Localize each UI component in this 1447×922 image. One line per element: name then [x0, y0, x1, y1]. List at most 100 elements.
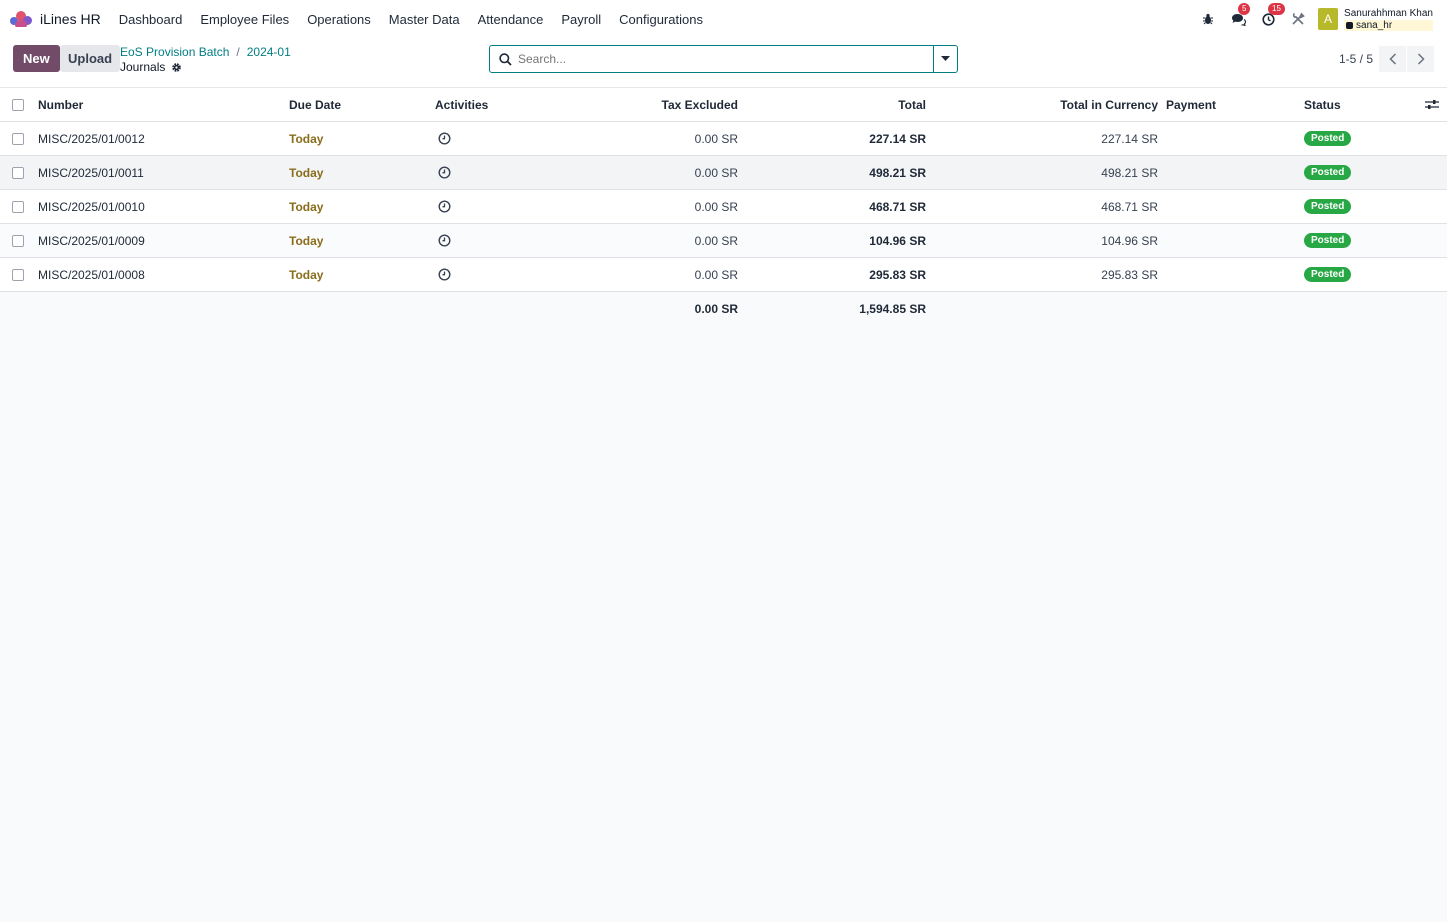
row-total-in-currency: 104.96 SR — [1101, 233, 1158, 248]
menu-employee-files[interactable]: Employee Files — [200, 12, 289, 27]
status-badge-label: Posted — [1304, 131, 1352, 146]
messages-count-badge: 5 — [1238, 3, 1251, 15]
activity-clock-icon[interactable] — [438, 190, 451, 223]
gear-icon[interactable] — [171, 62, 182, 73]
pager-next-button[interactable] — [1407, 46, 1434, 72]
chevron-right-icon — [1417, 53, 1425, 65]
row-due-date: Today — [289, 131, 324, 146]
breadcrumb-separator: / — [236, 45, 240, 59]
database-label: sana_hr — [1356, 19, 1393, 31]
column-total[interactable]: Total — [790, 88, 926, 121]
upload-button[interactable]: Upload — [60, 45, 121, 72]
status-badge: Posted — [1304, 156, 1352, 189]
pager-value[interactable]: 1-5 / 5 — [1339, 52, 1373, 66]
caret-down-icon — [941, 56, 950, 61]
app-brand[interactable]: iLines HR — [10, 11, 101, 27]
menu-configurations[interactable]: Configurations — [619, 12, 703, 27]
breadcrumb-batch-2024-01[interactable]: 2024-01 — [247, 45, 291, 59]
status-badge: Posted — [1304, 258, 1352, 291]
search-input[interactable] — [518, 52, 918, 66]
app-logo-icon — [10, 11, 33, 27]
column-status[interactable]: Status — [1304, 88, 1341, 121]
row-total: 498.21 SR — [869, 165, 926, 180]
row-total-in-currency: 227.14 SR — [1101, 131, 1158, 146]
systray: 5 15 A Sanurahhman Khan sana_hr — [1186, 0, 1433, 38]
menu-dashboard[interactable]: Dashboard — [119, 12, 183, 27]
user-menu[interactable]: Sanurahhman Khan sana_hr — [1344, 8, 1433, 31]
search-icon — [499, 52, 512, 66]
pager-previous-button[interactable] — [1379, 46, 1406, 72]
row-checkbox[interactable] — [12, 156, 24, 189]
table-row[interactable]: MISC/2025/01/0010 Today 0.00 SR 468.71 S… — [0, 190, 1447, 224]
app-name: iLines HR — [40, 11, 101, 27]
row-due-date: Today — [289, 233, 324, 248]
column-total-in-currency[interactable]: Total in Currency — [1000, 88, 1158, 121]
tools-icon[interactable] — [1290, 11, 1306, 27]
activity-clock-icon[interactable] — [438, 224, 451, 257]
table-header: Number Due Date Activities Tax Excluded … — [0, 88, 1447, 122]
activity-clock-icon[interactable] — [438, 122, 451, 155]
row-checkbox[interactable] — [12, 224, 24, 257]
select-all-checkbox[interactable] — [12, 88, 24, 121]
column-payment[interactable]: Payment — [1166, 88, 1216, 121]
row-number: MISC/2025/01/0009 — [38, 233, 145, 248]
column-due-date[interactable]: Due Date — [289, 88, 341, 121]
breadcrumb-eos-provision-batch[interactable]: EoS Provision Batch — [120, 45, 229, 59]
sliders-icon — [1425, 100, 1439, 109]
table-row[interactable]: MISC/2025/01/0008 Today 0.00 SR 295.83 S… — [0, 258, 1447, 292]
messages-icon[interactable]: 5 — [1230, 3, 1251, 27]
status-badge-label: Posted — [1304, 199, 1352, 214]
row-checkbox[interactable] — [12, 190, 24, 223]
menu-master-data[interactable]: Master Data — [389, 12, 460, 27]
row-tax-excluded: 0.00 SR — [694, 131, 738, 146]
new-button[interactable]: New — [13, 45, 60, 72]
row-tax-excluded: 0.00 SR — [694, 165, 738, 180]
row-number: MISC/2025/01/0010 — [38, 199, 145, 214]
journals-list: Number Due Date Activities Tax Excluded … — [0, 88, 1447, 326]
activities-count-badge: 15 — [1268, 3, 1285, 15]
status-badge: Posted — [1304, 224, 1352, 257]
row-total-in-currency: 295.83 SR — [1101, 267, 1158, 282]
menu-attendance[interactable]: Attendance — [478, 12, 544, 27]
row-due-date: Today — [289, 267, 324, 282]
row-checkbox[interactable] — [12, 258, 24, 291]
footer-tax-excluded-sum: 0.00 SR — [694, 302, 738, 316]
row-number: MISC/2025/01/0012 — [38, 131, 145, 146]
activity-clock-icon[interactable] — [438, 156, 451, 189]
table-row[interactable]: MISC/2025/01/0009 Today 0.00 SR 104.96 S… — [0, 224, 1447, 258]
search-options-toggle[interactable] — [933, 45, 958, 73]
row-total: 227.14 SR — [869, 131, 926, 146]
row-total: 468.71 SR — [869, 199, 926, 214]
status-badge: Posted — [1304, 122, 1352, 155]
row-total-in-currency: 498.21 SR — [1101, 165, 1158, 180]
table-row[interactable]: MISC/2025/01/0012 Today 0.00 SR 227.14 S… — [0, 122, 1447, 156]
row-tax-excluded: 0.00 SR — [694, 267, 738, 282]
control-panel: New Upload EoS Provision Batch / 2024-01… — [0, 38, 1447, 88]
menu-operations[interactable]: Operations — [307, 12, 371, 27]
page-title-text: Journals — [120, 60, 166, 74]
status-badge: Posted — [1304, 190, 1352, 223]
optional-columns-toggle[interactable] — [1425, 88, 1439, 121]
activity-clock-icon[interactable] — [438, 258, 451, 291]
page-title: Journals — [120, 60, 182, 74]
row-checkbox[interactable] — [12, 122, 24, 155]
table-row[interactable]: MISC/2025/01/0011 Today 0.00 SR 498.21 S… — [0, 156, 1447, 190]
status-badge-label: Posted — [1304, 267, 1352, 282]
search-bar — [489, 45, 934, 73]
row-number: MISC/2025/01/0008 — [38, 267, 145, 282]
database-name: sana_hr — [1344, 19, 1433, 31]
row-number: MISC/2025/01/0011 — [38, 165, 144, 180]
database-icon — [1346, 21, 1354, 29]
chevron-left-icon — [1388, 53, 1396, 65]
row-due-date: Today — [289, 165, 324, 180]
menu-payroll[interactable]: Payroll — [561, 12, 601, 27]
column-activities[interactable]: Activities — [435, 88, 488, 121]
column-number[interactable]: Number — [38, 88, 83, 121]
debug-bug-icon[interactable] — [1200, 11, 1216, 27]
user-avatar[interactable]: A — [1318, 8, 1339, 30]
activities-clock-icon[interactable]: 15 — [1260, 3, 1285, 27]
main-menu: Dashboard Employee Files Operations Mast… — [119, 12, 721, 27]
row-total: 295.83 SR — [869, 267, 926, 282]
column-tax-excluded[interactable]: Tax Excluded — [600, 88, 738, 121]
row-tax-excluded: 0.00 SR — [694, 199, 738, 214]
